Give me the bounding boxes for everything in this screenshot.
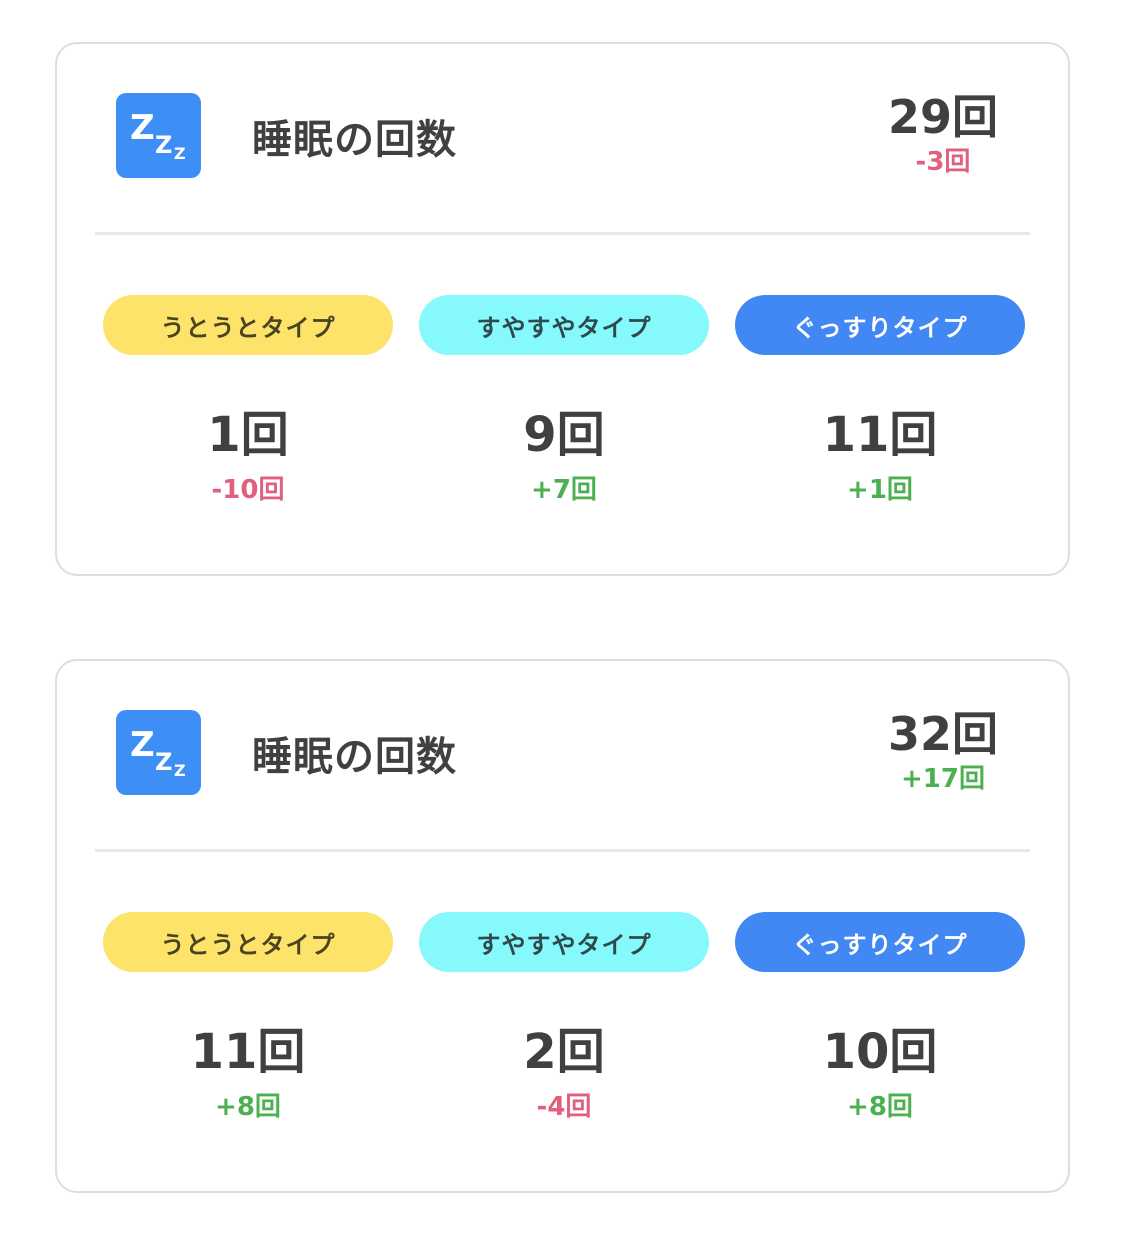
type-column-deep: すやすやタイプ 9回 +7回 bbox=[419, 295, 709, 507]
type-change: -4回 bbox=[536, 1092, 592, 1122]
svg-text:Z: Z bbox=[130, 108, 155, 148]
card-title: 睡眠の回数 bbox=[252, 734, 457, 780]
sleep-type-breakdown: うとうとタイプ 1回 -10回 すやすやタイプ 9回 +7回 ぐっすりタイプ 1… bbox=[103, 295, 1025, 507]
type-count: 1回 bbox=[207, 407, 289, 463]
type-column-sound: ぐっすりタイプ 10回 +8回 bbox=[735, 912, 1025, 1124]
type-count: 2回 bbox=[523, 1024, 605, 1080]
total-count: 29回 bbox=[887, 90, 998, 144]
type-change: +8回 bbox=[847, 1092, 913, 1122]
type-change: +8回 bbox=[215, 1092, 281, 1122]
total-summary: 32回 +17回 bbox=[788, 706, 1028, 796]
divider bbox=[95, 232, 1030, 235]
type-badge-deep: すやすやタイプ bbox=[419, 912, 709, 972]
type-count: 11回 bbox=[822, 407, 938, 463]
type-badge-light: うとうとタイプ bbox=[103, 295, 393, 355]
type-column-sound: ぐっすりタイプ 11回 +1回 bbox=[735, 295, 1025, 507]
type-badge-light: うとうとタイプ bbox=[103, 912, 393, 972]
type-badge-sound: ぐっすりタイプ bbox=[735, 912, 1025, 972]
total-summary: 29回 -3回 bbox=[788, 89, 1028, 179]
type-change: +7回 bbox=[531, 475, 597, 505]
total-change: -3回 bbox=[915, 147, 971, 177]
card-title: 睡眠の回数 bbox=[252, 117, 457, 163]
type-count: 9回 bbox=[523, 407, 605, 463]
type-count: 11回 bbox=[190, 1024, 306, 1080]
svg-text:Z: Z bbox=[155, 131, 172, 159]
svg-text:Z: Z bbox=[130, 725, 155, 765]
type-change: -10回 bbox=[211, 475, 285, 505]
type-column-light: うとうとタイプ 11回 +8回 bbox=[103, 912, 393, 1124]
type-count: 10回 bbox=[822, 1024, 938, 1080]
svg-text:Z: Z bbox=[174, 144, 186, 163]
type-column-deep: すやすやタイプ 2回 -4回 bbox=[419, 912, 709, 1124]
type-badge-sound: ぐっすりタイプ bbox=[735, 295, 1025, 355]
divider bbox=[95, 849, 1030, 852]
total-count: 32回 bbox=[887, 707, 998, 761]
total-change: +17回 bbox=[901, 764, 985, 794]
type-column-light: うとうとタイプ 1回 -10回 bbox=[103, 295, 393, 507]
svg-text:Z: Z bbox=[155, 748, 172, 776]
svg-text:Z: Z bbox=[174, 761, 186, 780]
sleep-count-card: Z Z Z 睡眠の回数 29回 -3回 うとうとタイプ 1回 -10回 すやすや… bbox=[55, 42, 1070, 576]
type-badge-deep: すやすやタイプ bbox=[419, 295, 709, 355]
sleep-zzz-icon: Z Z Z bbox=[116, 710, 201, 795]
sleep-zzz-icon: Z Z Z bbox=[116, 93, 201, 178]
sleep-count-card: Z Z Z 睡眠の回数 32回 +17回 うとうとタイプ 11回 +8回 すやす… bbox=[55, 659, 1070, 1193]
sleep-type-breakdown: うとうとタイプ 11回 +8回 すやすやタイプ 2回 -4回 ぐっすりタイプ 1… bbox=[103, 912, 1025, 1124]
type-change: +1回 bbox=[847, 475, 913, 505]
